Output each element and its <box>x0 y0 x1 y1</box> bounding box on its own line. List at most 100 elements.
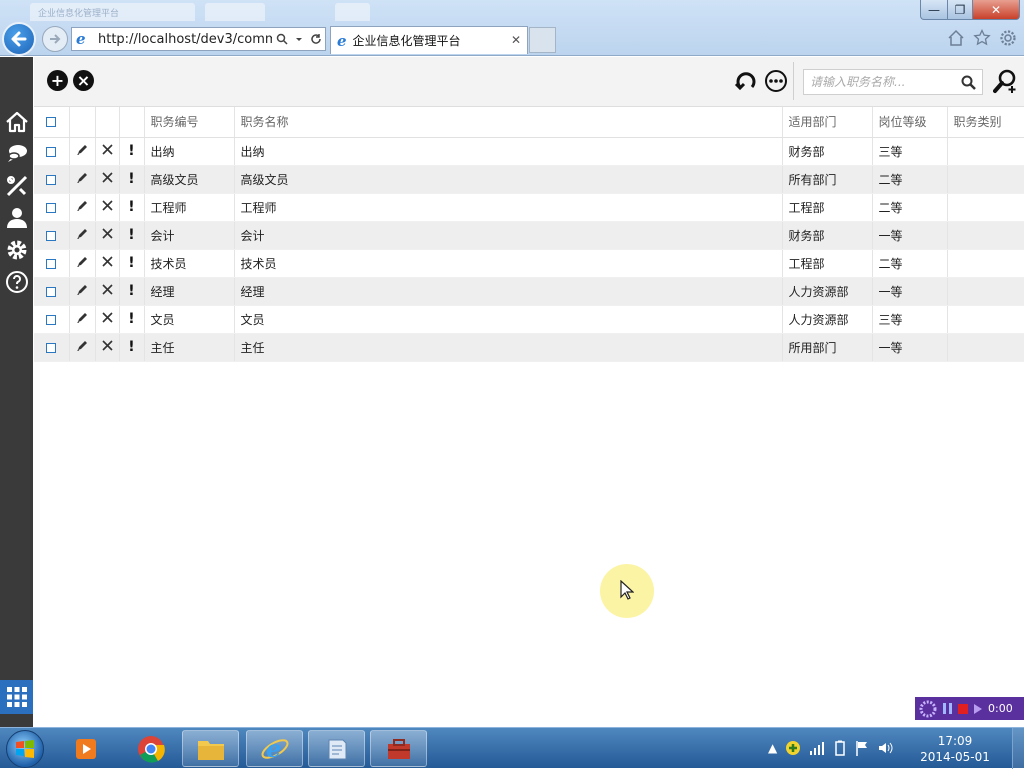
stop-icon[interactable] <box>958 703 968 714</box>
row-edit-button[interactable] <box>69 277 96 306</box>
back-button[interactable] <box>2 22 36 56</box>
row-edit-button[interactable] <box>69 165 96 194</box>
taskbar-file-explorer[interactable] <box>182 730 239 767</box>
more-button[interactable] <box>764 69 788 96</box>
row-delete-button[interactable] <box>95 277 120 306</box>
row-edit-button[interactable] <box>69 137 96 166</box>
row-edit-button[interactable] <box>69 305 96 334</box>
sidebar-item-messages[interactable] <box>4 141 29 166</box>
action-center-flag-icon[interactable] <box>855 740 869 756</box>
volume-icon[interactable] <box>877 740 893 756</box>
settings-gear-icon[interactable] <box>998 28 1018 48</box>
show-hidden-icons-icon[interactable]: ▲ <box>768 741 777 755</box>
signal-icon[interactable] <box>809 741 825 755</box>
delete-button[interactable]: × <box>73 70 94 91</box>
column-header-name[interactable]: 职务名称 <box>234 107 783 138</box>
table-row[interactable]: ! 出纳 出纳 财务部 三等 <box>34 137 1024 166</box>
play-icon[interactable] <box>974 703 982 714</box>
window-minimize-button[interactable]: — <box>920 0 948 20</box>
row-edit-button[interactable] <box>69 193 96 222</box>
active-tab[interactable]: e 企业信息化管理平台 ✕ <box>330 26 528 54</box>
column-header-category[interactable]: 职务类别 <box>947 107 1024 138</box>
table-row[interactable]: ! 工程师 工程师 工程部 二等 <box>34 193 1024 222</box>
sidebar-item-tools[interactable] <box>4 173 29 198</box>
table-row[interactable]: ! 经理 经理 人力资源部 一等 <box>34 277 1024 306</box>
system-clock[interactable]: 17:09 2014-05-01 <box>920 733 990 765</box>
dropdown-arrow-icon[interactable] <box>295 33 303 45</box>
row-checkbox[interactable] <box>46 202 57 213</box>
pencil-icon <box>76 313 87 323</box>
taskbar-toolbox[interactable] <box>370 730 427 767</box>
background-tab[interactable]: 企业信息化管理平台 <box>30 3 195 21</box>
row-detail-button[interactable]: ! <box>119 333 145 362</box>
position-name-search-input[interactable] <box>810 75 955 89</box>
row-delete-button[interactable] <box>95 249 120 278</box>
row-checkbox[interactable] <box>46 146 57 157</box>
battery-icon[interactable] <box>833 740 847 756</box>
row-detail-button[interactable]: ! <box>119 221 145 250</box>
row-delete-button[interactable] <box>95 165 120 194</box>
refresh-icon[interactable] <box>310 33 322 45</box>
start-button[interactable] <box>6 730 44 768</box>
row-checkbox[interactable] <box>46 286 57 297</box>
row-delete-button[interactable] <box>95 137 120 166</box>
home-icon[interactable] <box>946 28 966 48</box>
sidebar-item-user[interactable] <box>4 205 29 230</box>
select-all-checkbox[interactable] <box>46 117 57 128</box>
row-edit-button[interactable] <box>69 221 96 250</box>
tab-close-icon[interactable]: ✕ <box>511 33 521 47</box>
address-bar[interactable]: e http://localhost/dev3/commor <box>71 27 326 51</box>
table-row[interactable]: ! 文员 文员 人力资源部 三等 <box>34 305 1024 334</box>
window-maximize-button[interactable]: ❐ <box>947 0 973 20</box>
table-row[interactable]: ! 主任 主任 所用部门 一等 <box>34 333 1024 362</box>
row-checkbox[interactable] <box>46 314 57 325</box>
sidebar-item-help[interactable] <box>4 269 29 294</box>
column-header-level[interactable]: 岗位等级 <box>872 107 948 138</box>
taskbar-media-player[interactable] <box>58 730 115 767</box>
url-text[interactable]: http://localhost/dev3/commor <box>98 32 272 47</box>
row-edit-button[interactable] <box>69 333 96 362</box>
row-delete-button[interactable] <box>95 305 120 334</box>
apps-grid-button[interactable] <box>0 680 33 714</box>
row-detail-button[interactable]: ! <box>119 277 145 306</box>
table-row[interactable]: ! 高级文员 高级文员 所有部门 二等 <box>34 165 1024 194</box>
arrow-right-icon <box>50 34 61 44</box>
refresh-button[interactable] <box>734 69 758 96</box>
row-delete-button[interactable] <box>95 221 120 250</box>
row-checkbox[interactable] <box>46 342 57 353</box>
row-edit-button[interactable] <box>69 249 96 278</box>
taskbar-notepad[interactable] <box>308 730 365 767</box>
row-detail-button[interactable]: ! <box>119 137 145 166</box>
row-checkbox[interactable] <box>46 174 57 185</box>
input-method-icon[interactable] <box>785 740 801 756</box>
sidebar-item-home[interactable] <box>4 109 29 134</box>
row-detail-button[interactable]: ! <box>119 305 145 334</box>
new-tab-button[interactable] <box>529 27 556 53</box>
add-button[interactable]: + <box>47 70 68 91</box>
search-icon[interactable] <box>961 75 976 93</box>
background-tab-3[interactable] <box>335 3 370 21</box>
row-detail-button[interactable]: ! <box>119 249 145 278</box>
row-detail-button[interactable]: ! <box>119 165 145 194</box>
row-detail-button[interactable]: ! <box>119 193 145 222</box>
window-close-button[interactable]: ✕ <box>972 0 1020 20</box>
pause-icon[interactable] <box>943 703 952 714</box>
row-delete-button[interactable] <box>95 193 120 222</box>
cell-category <box>947 277 1024 306</box>
column-header-dept[interactable]: 适用部门 <box>782 107 873 138</box>
column-header-code[interactable]: 职务编号 <box>144 107 235 138</box>
search-icon[interactable] <box>276 33 288 45</box>
row-checkbox[interactable] <box>46 258 57 269</box>
favorites-star-icon[interactable] <box>972 28 992 48</box>
sidebar-item-settings[interactable] <box>4 237 29 262</box>
table-row[interactable]: ! 技术员 技术员 工程部 二等 <box>34 249 1024 278</box>
forward-button[interactable] <box>42 26 68 52</box>
show-desktop-button[interactable] <box>1012 728 1024 769</box>
row-checkbox[interactable] <box>46 230 57 241</box>
table-row[interactable]: ! 会计 会计 财务部 一等 <box>34 221 1024 250</box>
row-delete-button[interactable] <box>95 333 120 362</box>
advanced-search-button[interactable] <box>993 68 1019 97</box>
taskbar-internet-explorer[interactable]: e <box>246 730 303 767</box>
taskbar-chrome[interactable] <box>122 730 179 767</box>
background-tab-2[interactable] <box>205 3 265 21</box>
